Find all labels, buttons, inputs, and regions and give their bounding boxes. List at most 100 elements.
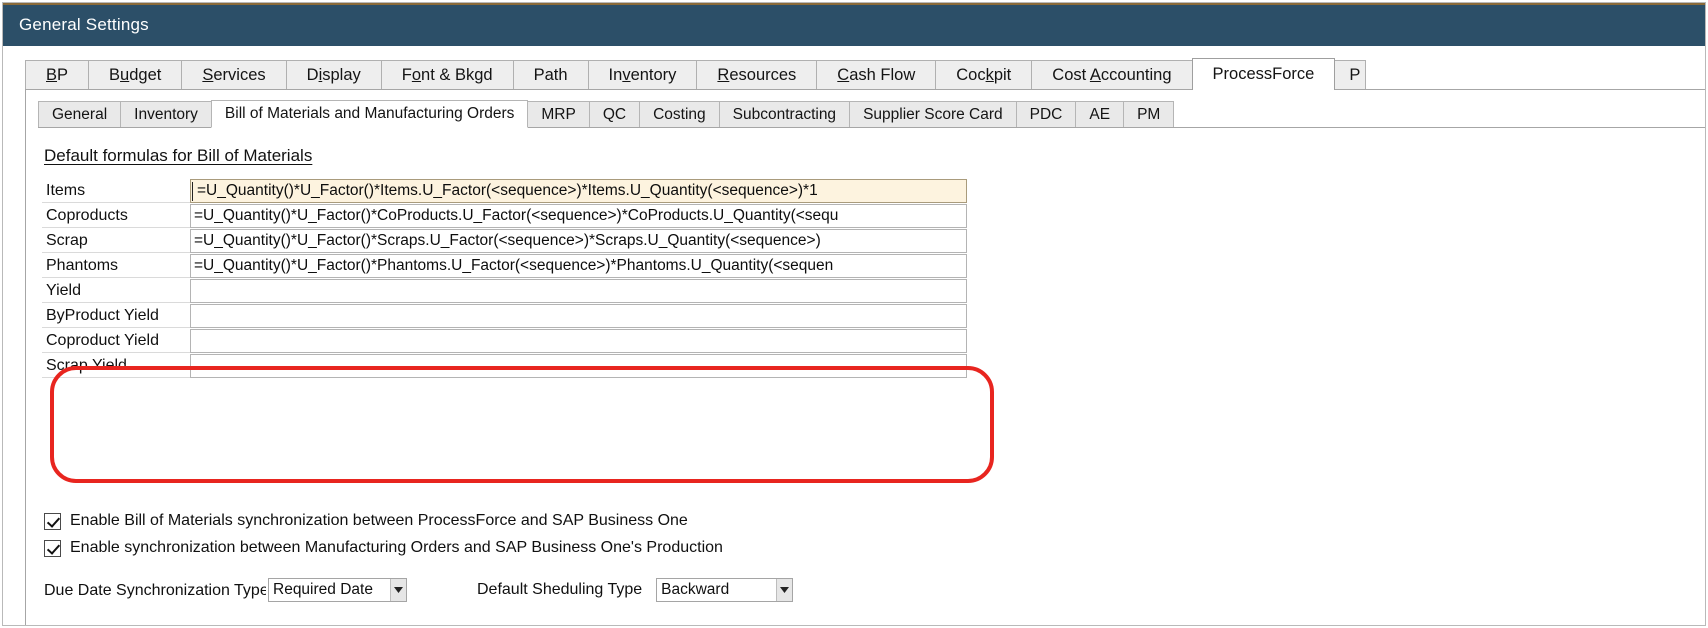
subtab-pdc[interactable]: PDC bbox=[1016, 101, 1077, 128]
formula-label: Scrap Yield bbox=[42, 353, 190, 378]
tab-label: P bbox=[1349, 66, 1360, 85]
subtab-supplier-score-card[interactable]: Supplier Score Card bbox=[849, 101, 1017, 128]
window-body: BP Budget Services Display Font & Bkgd Path In… bbox=[3, 47, 1705, 625]
primary-tabstrip: BP Budget Services Display Font & Bkgd Path In… bbox=[25, 59, 1365, 90]
formula-input[interactable]: =U_Quantity()*U_Factor()*Phantoms.U_Fact… bbox=[190, 254, 967, 278]
formula-value: =U_Quantity()*U_Factor()*Items.U_Factor(… bbox=[194, 182, 818, 199]
tab-label: Font & Bkgd bbox=[402, 66, 493, 85]
subtab-label: QC bbox=[603, 106, 626, 124]
window-title: General Settings bbox=[19, 15, 149, 35]
subtab-qc[interactable]: QC bbox=[589, 101, 640, 128]
due-date-sync-type-value: Required Date bbox=[269, 581, 390, 599]
subtab-pm[interactable]: PM bbox=[1123, 101, 1174, 128]
tab-cockpit[interactable]: Cockpit bbox=[935, 60, 1032, 90]
tab-resources[interactable]: Resources bbox=[696, 60, 817, 90]
tab-font-bkgd[interactable]: Font & Bkgd bbox=[381, 60, 514, 90]
tab-budget[interactable]: Budget bbox=[88, 60, 182, 90]
checkbox-mo-sync-label: Enable synchronization between Manufactu… bbox=[70, 539, 723, 557]
secondary-tabstrip: General Inventory Bill of Materials and Ma… bbox=[38, 100, 1173, 128]
tab-cost-accounting[interactable]: Cost Accounting bbox=[1031, 60, 1192, 90]
tab-label: Resources bbox=[717, 66, 796, 85]
formula-row: ByProduct Yield bbox=[42, 303, 967, 328]
formula-label: Yield bbox=[42, 278, 190, 303]
subtab-label: Bill of Materials and Manufacturing Orde… bbox=[225, 105, 514, 123]
subtab-label: Inventory bbox=[134, 106, 198, 124]
formula-row: Phantoms=U_Quantity()*U_Factor()*Phantom… bbox=[42, 253, 967, 278]
formula-label: Coproducts bbox=[42, 203, 190, 228]
formula-value: =U_Quantity()*U_Factor()*Phantoms.U_Fact… bbox=[194, 257, 833, 274]
tab-bp[interactable]: BP bbox=[25, 60, 89, 90]
checkbox-mo-sync[interactable] bbox=[44, 540, 61, 557]
checkbox-bom-sync-label: Enable Bill of Materials synchronization… bbox=[70, 512, 688, 530]
subtab-bill-of-materials-and-manufacturing-orders[interactable]: Bill of Materials and Manufacturing Orde… bbox=[211, 100, 528, 128]
tab-label: ProcessForce bbox=[1213, 65, 1315, 84]
subtab-subcontracting[interactable]: Subcontracting bbox=[719, 101, 850, 128]
chevron-down-icon[interactable] bbox=[776, 579, 792, 601]
tab-p[interactable]: P bbox=[1334, 60, 1366, 90]
subtab-general[interactable]: General bbox=[38, 101, 121, 128]
default-scheduling-type-label: Default Sheduling Type bbox=[477, 581, 642, 599]
formula-row: Coproducts=U_Quantity()*U_Factor()*CoPro… bbox=[42, 203, 967, 228]
formula-input[interactable] bbox=[190, 279, 967, 303]
due-date-sync-type-label: Due Date Synchronization Type bbox=[44, 580, 266, 601]
subtab-label: General bbox=[52, 106, 107, 124]
formula-value: =U_Quantity()*U_Factor()*CoProducts.U_Fa… bbox=[194, 207, 838, 224]
tab-label: Path bbox=[534, 66, 568, 85]
checkbox-bom-sync[interactable] bbox=[44, 513, 61, 530]
formula-label: Coproduct Yield bbox=[42, 328, 190, 353]
formula-input[interactable] bbox=[190, 354, 967, 378]
tab-label: Services bbox=[202, 66, 265, 85]
subtab-label: Supplier Score Card bbox=[863, 106, 1003, 124]
tab-label: Cockpit bbox=[956, 66, 1011, 85]
chevron-down-icon[interactable] bbox=[390, 579, 406, 601]
formula-label: Phantoms bbox=[42, 253, 190, 278]
formula-row: Scrap=U_Quantity()*U_Factor()*Scraps.U_F… bbox=[42, 228, 967, 253]
formula-input[interactable] bbox=[190, 329, 967, 353]
tab-display[interactable]: Display bbox=[286, 60, 382, 90]
tab-processforce[interactable]: ProcessForce bbox=[1192, 58, 1336, 90]
formula-input[interactable] bbox=[190, 304, 967, 328]
default-scheduling-type-select[interactable]: Backward bbox=[656, 578, 793, 602]
formula-label: Items bbox=[42, 178, 190, 203]
page-title: Default formulas for Bill of Materials bbox=[44, 146, 312, 166]
tab-inventory[interactable]: Inventory bbox=[588, 60, 698, 90]
formula-row: Items=U_Quantity()*U_Factor()*Items.U_Fa… bbox=[42, 178, 967, 203]
formula-row: Scrap Yield bbox=[42, 353, 967, 378]
tab-cash-flow[interactable]: Cash Flow bbox=[816, 60, 936, 90]
formula-row: Yield bbox=[42, 278, 967, 303]
secondary-tabpanel: Default formulas for Bill of Materials I… bbox=[38, 127, 1706, 625]
subtab-mrp[interactable]: MRP bbox=[527, 101, 589, 128]
default-formulas-grid: Items=U_Quantity()*U_Factor()*Items.U_Fa… bbox=[42, 178, 967, 378]
subtab-label: MRP bbox=[541, 106, 575, 124]
primary-tabpanel: General Inventory Bill of Materials and Ma… bbox=[25, 89, 1706, 625]
subtab-label: PDC bbox=[1030, 106, 1063, 124]
tab-label: Budget bbox=[109, 66, 161, 85]
scheduling-options-row: Due Date Synchronization Type Required D… bbox=[44, 578, 793, 602]
formula-input[interactable]: =U_Quantity()*U_Factor()*Items.U_Factor(… bbox=[190, 179, 967, 203]
tab-label: Display bbox=[307, 66, 361, 85]
tab-label: Cost Accounting bbox=[1052, 66, 1171, 85]
annotation-highlight-ring bbox=[50, 366, 994, 483]
formula-row: Coproduct Yield bbox=[42, 328, 967, 353]
checkbox-row-mo-sync[interactable]: Enable synchronization between Manufactu… bbox=[44, 539, 723, 557]
subtab-inventory[interactable]: Inventory bbox=[120, 101, 212, 128]
subtab-label: PM bbox=[1137, 106, 1160, 124]
window-titlebar: General Settings bbox=[3, 3, 1705, 46]
formula-label: Scrap bbox=[42, 228, 190, 253]
tab-services[interactable]: Services bbox=[181, 60, 286, 90]
checkbox-row-bom-sync[interactable]: Enable Bill of Materials synchronization… bbox=[44, 512, 688, 530]
subtab-ae[interactable]: AE bbox=[1075, 101, 1124, 128]
subtab-label: Costing bbox=[653, 106, 706, 124]
tab-label: Cash Flow bbox=[837, 66, 915, 85]
tab-label: BP bbox=[46, 66, 68, 85]
title-accent-bar bbox=[3, 3, 1706, 5]
subtab-label: AE bbox=[1089, 106, 1110, 124]
subtab-label: Subcontracting bbox=[733, 106, 836, 124]
due-date-sync-type-select[interactable]: Required Date bbox=[268, 578, 407, 602]
formula-input[interactable]: =U_Quantity()*U_Factor()*CoProducts.U_Fa… bbox=[190, 204, 967, 228]
tab-label: Inventory bbox=[609, 66, 677, 85]
formula-input[interactable]: =U_Quantity()*U_Factor()*Scraps.U_Factor… bbox=[190, 229, 967, 253]
formula-value: =U_Quantity()*U_Factor()*Scraps.U_Factor… bbox=[194, 232, 821, 249]
tab-path[interactable]: Path bbox=[513, 60, 589, 90]
subtab-costing[interactable]: Costing bbox=[639, 101, 720, 128]
